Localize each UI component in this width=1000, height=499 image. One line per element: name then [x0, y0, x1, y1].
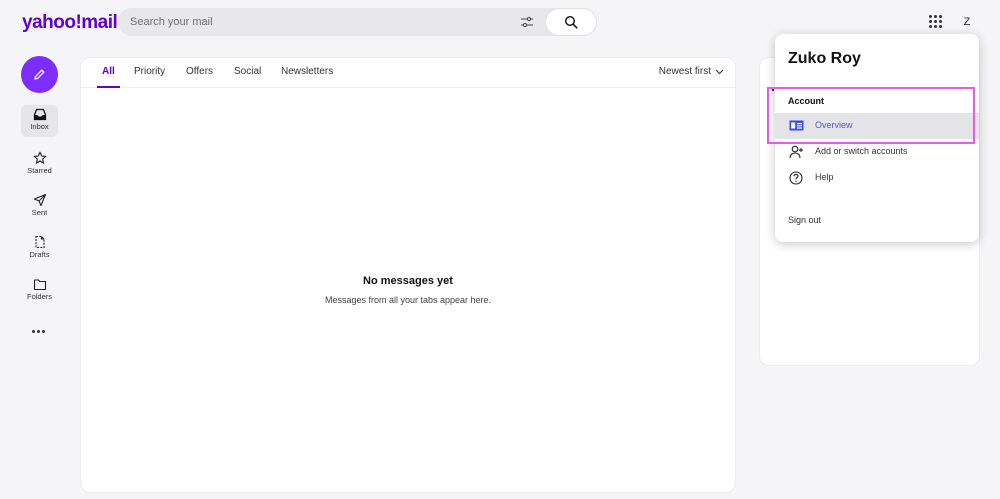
menu-item-label: Help	[815, 172, 834, 182]
nav-label: Inbox	[30, 122, 49, 131]
nav-label: Starred	[27, 166, 52, 175]
tab-newsletters[interactable]: Newsletters	[281, 66, 333, 88]
tab-priority[interactable]: Priority	[134, 66, 165, 88]
empty-state-subtitle: Messages from all your tabs appear here.	[324, 295, 492, 305]
highlight-box	[767, 87, 975, 144]
add-user-icon	[789, 145, 803, 159]
nav-item-folders[interactable]: Folders	[21, 275, 58, 307]
search-bar	[118, 8, 597, 36]
compose-button[interactable]	[21, 56, 58, 93]
sign-out-link[interactable]: Sign out	[788, 215, 821, 225]
tab-social[interactable]: Social	[234, 66, 261, 88]
tab-bar: All Priority Offers Social Newsletters N…	[81, 58, 735, 88]
yahoo-mail-logo[interactable]: yahoo!mail	[22, 12, 118, 34]
account-name: Zuko Roy	[788, 50, 861, 67]
star-icon	[33, 151, 46, 164]
tab-all[interactable]: All	[97, 66, 120, 88]
message-list-panel: All Priority Offers Social Newsletters N…	[80, 57, 736, 493]
sort-dropdown[interactable]: Newest first	[659, 66, 711, 77]
send-icon	[33, 193, 46, 207]
avatar[interactable]: Z	[958, 13, 976, 31]
search-button[interactable]	[545, 8, 597, 36]
nav-label: Sent	[31, 208, 48, 217]
nav-item-starred[interactable]: Starred	[21, 148, 58, 180]
inbox-icon	[33, 108, 46, 121]
nav-label: Drafts	[29, 250, 50, 259]
nav-label: Folders	[26, 292, 52, 301]
empty-state-title: No messages yet	[363, 275, 453, 287]
menu-item-help[interactable]: Help	[775, 165, 979, 191]
chevron-down-icon[interactable]	[715, 69, 724, 75]
pencil-icon	[34, 69, 45, 80]
nav-item-inbox[interactable]: Inbox	[21, 105, 58, 137]
apps-grid-icon[interactable]	[929, 15, 942, 28]
menu-item-label: Add or switch accounts	[815, 146, 908, 156]
more-icon[interactable]	[32, 330, 45, 333]
search-input[interactable]	[130, 8, 510, 36]
folder-icon	[33, 279, 46, 291]
draft-icon	[34, 235, 45, 249]
tab-offers[interactable]: Offers	[186, 66, 213, 88]
help-icon	[789, 171, 803, 185]
nav-item-sent[interactable]: Sent	[21, 190, 58, 222]
search-icon	[564, 15, 578, 29]
nav-item-drafts[interactable]: Drafts	[21, 232, 58, 264]
filter-sliders-icon[interactable]	[520, 15, 534, 29]
